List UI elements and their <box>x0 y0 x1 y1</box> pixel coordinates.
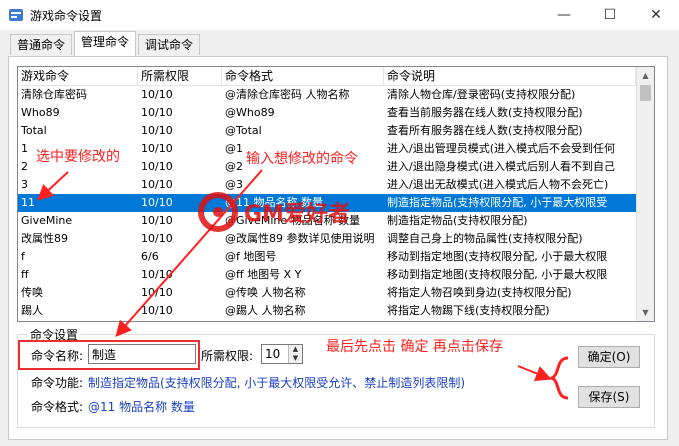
arrow-to-buttons <box>517 365 552 381</box>
arrow-to-row <box>37 171 69 201</box>
brace-mark <box>548 356 569 400</box>
arrow-to-input <box>115 169 263 338</box>
watermark-logo-icon <box>198 192 238 232</box>
tab-admin-commands[interactable]: 管理命令 <box>74 31 137 56</box>
watermark-text: GM爱好者 <box>244 202 350 227</box>
